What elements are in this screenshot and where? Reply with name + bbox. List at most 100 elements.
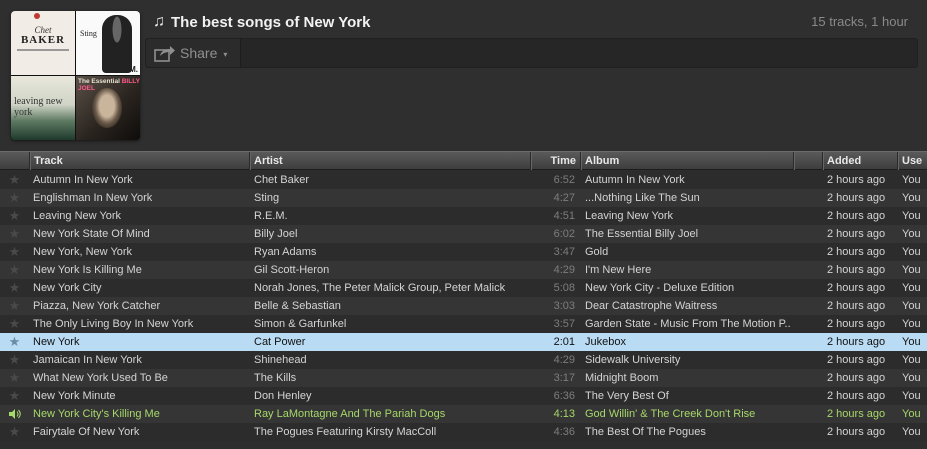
star-icon[interactable]: ★ (0, 351, 29, 369)
track-user: You (902, 174, 921, 186)
track-album[interactable]: Garden State - Music From The Motion P..… (585, 315, 790, 333)
track-title: Fairytale Of New York (33, 426, 140, 438)
track-added: 2 hours ago (827, 210, 886, 222)
track-row[interactable]: ★ Piazza, New York Catcher Belle & Sebasti… (0, 297, 927, 315)
track-album[interactable]: New York City - Deluxe Edition (585, 279, 790, 297)
column-header-album[interactable]: Album (580, 152, 793, 170)
track-title: New York Minute (33, 390, 116, 402)
track-row[interactable]: ★ New York, New York Ryan Adams 3:47 Gold 2 h… (0, 243, 927, 261)
track-artist[interactable]: Shinehead (254, 351, 528, 369)
star-icon[interactable]: ★ (0, 225, 29, 243)
track-artist[interactable]: The Pogues Featuring Kirsty MacColl (254, 423, 528, 441)
track-album[interactable]: God Willin' & The Creek Don't Rise (585, 405, 790, 423)
track-artist[interactable]: Billy Joel (254, 225, 528, 243)
track-row[interactable]: ★ What New York Used To Be The Kills 3:17 Mi… (0, 369, 927, 387)
track-added: 2 hours ago (827, 264, 886, 276)
column-header-user[interactable]: Use (897, 152, 927, 170)
track-album[interactable]: Sidewalk University (585, 351, 790, 369)
track-artist[interactable]: Chet Baker (254, 171, 528, 189)
track-time: 4:29 (553, 264, 575, 276)
track-row[interactable]: ★ New York Minute Don Henley 6:36 The Very B… (0, 387, 927, 405)
cover-text-leaving: leaving new york (14, 96, 63, 118)
track-title: New York City (33, 282, 102, 294)
track-user: You (902, 390, 921, 402)
star-icon[interactable]: ★ (0, 207, 29, 225)
track-album[interactable]: Midnight Boom (585, 369, 790, 387)
album-art-sting: Sting R.E.M. (76, 11, 140, 75)
track-row[interactable]: New York City's Killing Me Ray LaMontagne… (0, 405, 927, 423)
playlist-title: The best songs of New York (171, 13, 371, 31)
cover-text-rem: R.E.M. (113, 65, 138, 74)
track-title: New York State Of Mind (33, 228, 150, 240)
track-row[interactable]: ★ Englishman In New York Sting 4:27 ...Nothi… (0, 189, 927, 207)
star-icon[interactable]: ★ (0, 297, 29, 315)
star-icon[interactable]: ★ (0, 315, 29, 333)
album-art-chet-baker: Chet BAKER (11, 11, 75, 75)
track-time: 4:13 (553, 408, 575, 420)
track-title: New York Is Killing Me (33, 264, 142, 276)
track-user: You (902, 318, 921, 330)
share-button[interactable]: Share ▾ (146, 39, 241, 67)
track-album[interactable]: Autumn In New York (585, 171, 790, 189)
column-header-added[interactable]: Added (822, 152, 897, 170)
track-artist[interactable]: Cat Power (254, 333, 528, 351)
track-album[interactable]: ...Nothing Like The Sun (585, 189, 790, 207)
track-artist[interactable]: Sting (254, 189, 528, 207)
track-artist[interactable]: The Kills (254, 369, 528, 387)
track-artist[interactable]: Belle & Sebastian (254, 297, 528, 315)
track-title: New York, New York (33, 246, 133, 258)
track-row[interactable]: ★ Leaving New York R.E.M. 4:51 Leaving New Y… (0, 207, 927, 225)
track-artist[interactable]: Norah Jones, The Peter Malick Group, Pet… (254, 279, 528, 297)
star-icon[interactable]: ★ (0, 387, 29, 405)
star-icon[interactable]: ★ (0, 423, 29, 441)
track-album[interactable]: The Very Best Of (585, 387, 790, 405)
track-artist[interactable]: Ryan Adams (254, 243, 528, 261)
record-label-logo (34, 13, 40, 19)
track-album[interactable]: Gold (585, 243, 790, 261)
track-row[interactable]: ★ Jamaican In New York Shinehead 4:29 Sidewa… (0, 351, 927, 369)
track-album[interactable]: The Essential Billy Joel (585, 225, 790, 243)
cover-text-sting: Sting (80, 29, 97, 38)
track-artist[interactable]: Ray LaMontagne And The Pariah Dogs (254, 405, 528, 423)
artist-photo (92, 88, 122, 128)
star-icon[interactable]: ★ (0, 261, 29, 279)
track-row[interactable]: ★ The Only Living Boy In New York Simon & … (0, 315, 927, 333)
track-user: You (902, 282, 921, 294)
column-header-track[interactable]: Track (29, 152, 249, 170)
track-row[interactable]: ★ New York Is Killing Me Gil Scott-Heron 4:… (0, 261, 927, 279)
track-added: 2 hours ago (827, 390, 886, 402)
track-album[interactable]: Jukebox (585, 333, 790, 351)
star-icon[interactable]: ★ (0, 243, 29, 261)
track-album[interactable]: I'm New Here (585, 261, 790, 279)
track-row[interactable]: ★ Fairytale Of New York The Pogues Featuri… (0, 423, 927, 441)
track-added: 2 hours ago (827, 174, 886, 186)
star-icon[interactable]: ★ (0, 333, 29, 351)
column-header-star[interactable] (0, 152, 29, 170)
track-row[interactable]: ★ New York City Norah Jones, The Peter Mal… (0, 279, 927, 297)
track-artist[interactable]: Don Henley (254, 387, 528, 405)
track-artist[interactable]: Simon & Garfunkel (254, 315, 528, 333)
track-user: You (902, 408, 921, 420)
track-added: 2 hours ago (827, 408, 886, 420)
star-icon[interactable]: ★ (0, 369, 29, 387)
column-header-time[interactable]: Time (530, 152, 580, 170)
track-album[interactable]: Leaving New York (585, 207, 790, 225)
track-artist[interactable]: R.E.M. (254, 207, 528, 225)
star-icon[interactable]: ★ (0, 279, 29, 297)
track-time: 6:36 (553, 390, 575, 402)
track-album[interactable]: Dear Catastrophe Waitress (585, 297, 790, 315)
track-time: 4:36 (553, 426, 575, 438)
track-artist[interactable]: Gil Scott-Heron (254, 261, 528, 279)
tracklist: ★ Autumn In New York Chet Baker 6:52 Autumn … (0, 171, 927, 441)
cover-text-baker: BAKER (20, 34, 66, 46)
star-icon[interactable]: ★ (0, 171, 29, 189)
share-label: Share (180, 45, 218, 61)
column-header-artist[interactable]: Artist (249, 152, 530, 170)
track-row[interactable]: ★ New York Cat Power 2:01 Jukebox 2 hours ago… (0, 333, 927, 351)
cover-rule (17, 49, 69, 51)
playlist-header: Chet BAKER Sting R.E.M. leaving new york… (0, 0, 927, 151)
track-row[interactable]: ★ New York State Of Mind Billy Joel 6:02 The… (0, 225, 927, 243)
track-album[interactable]: The Best Of The Pogues (585, 423, 790, 441)
star-icon[interactable]: ★ (0, 189, 29, 207)
track-row[interactable]: ★ Autumn In New York Chet Baker 6:52 Autumn … (0, 171, 927, 189)
